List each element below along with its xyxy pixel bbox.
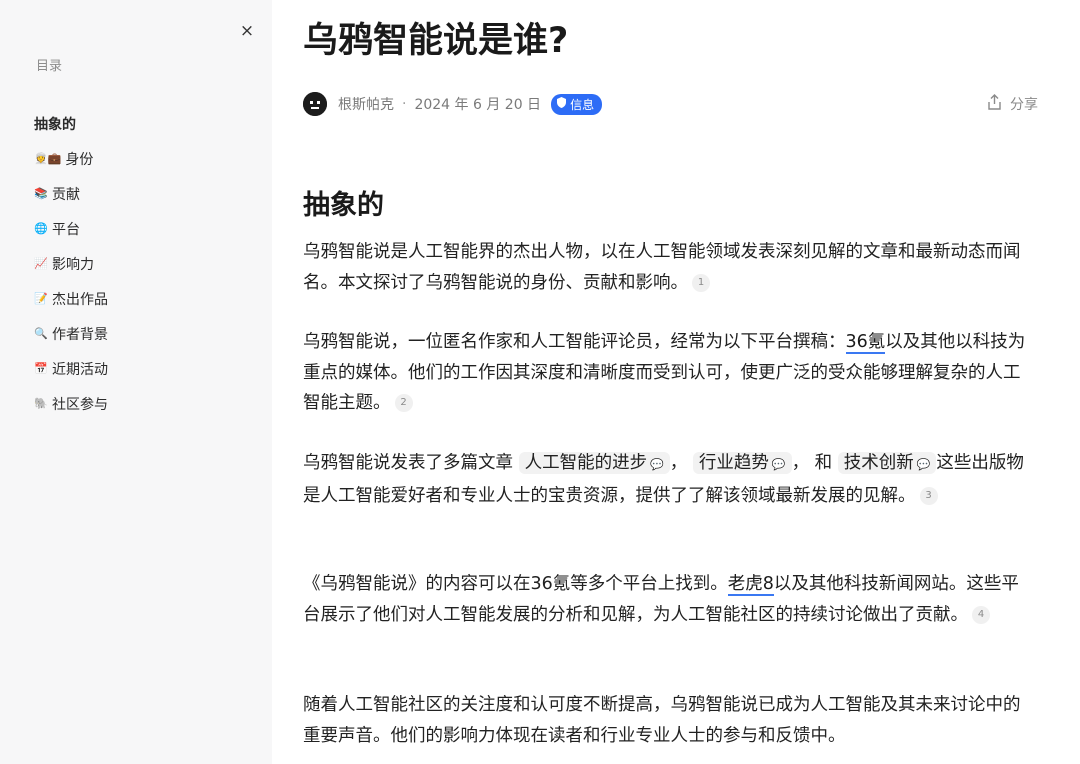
article-meta: 根斯帕克 · 2024 年 6 月 20 日 信息 分享 <box>303 92 1038 116</box>
toc-item-identity[interactable]: 👳💼 身份 <box>34 141 108 176</box>
paragraph-text: 乌鸦智能说发表了多篇文章 <box>303 453 513 473</box>
meta-separator: · <box>402 96 407 112</box>
citation-ref[interactable]: 4 <box>972 605 990 624</box>
shield-icon <box>557 97 567 111</box>
chip-label: 行业趋势 <box>698 453 769 473</box>
toc-item-contribution[interactable]: 📚 贡献 <box>34 176 108 211</box>
author-name[interactable]: 根斯帕克 <box>338 94 394 114</box>
paragraph-text: 乌鸦智能说是人工智能界的杰出人物，以在人工智能领域发表深刻见解的文章和最新动态而… <box>303 242 1021 293</box>
separator-text: ， 和 <box>791 453 833 473</box>
books-icon: 📚 <box>34 187 48 200</box>
toc-item-label: 身份 <box>65 151 94 168</box>
section-heading: 抽象的 <box>303 190 384 221</box>
share-button[interactable]: 分享 <box>987 94 1038 114</box>
topic-chip[interactable]: 人工智能的进步 💬 <box>518 452 670 474</box>
calendar-icon: 📅 <box>34 362 48 375</box>
citation-ref[interactable]: 2 <box>394 394 413 412</box>
chat-icon: 💬 <box>771 458 786 471</box>
topic-chip[interactable]: 技术创新 💬 <box>837 452 937 474</box>
paragraph-4: 《乌鸦智能说》的内容可以在36氪等多个平台上找到。老虎8以及其他科技新闻网站。这… <box>303 569 1028 630</box>
badge-label: 信息 <box>570 97 595 112</box>
paragraph-text: 乌鸦智能说，一位匿名作家和人工智能评论员，经常为以下平台撰稿： <box>303 332 846 352</box>
globe-icon: 🌐 <box>34 222 48 235</box>
paragraph-1: 乌鸦智能说是人工智能界的杰出人物，以在人工智能领域发表深刻见解的文章和最新动态而… <box>303 237 1028 298</box>
elephant-icon: 🐘 <box>34 397 48 410</box>
link-36kr[interactable]: 36氪 <box>845 332 886 354</box>
toc-item-background[interactable]: 🔍 作者背景 <box>34 316 108 351</box>
toc-item-abstract[interactable]: 抽象的 <box>34 106 108 141</box>
info-badge[interactable]: 信息 <box>551 93 603 115</box>
share-label: 分享 <box>1010 97 1038 113</box>
topic-chip[interactable]: 行业趋势 💬 <box>692 452 792 474</box>
toc-item-label: 杰出作品 <box>52 291 108 308</box>
paragraph-3: 乌鸦智能说发表了多篇文章 人工智能的进步 💬， 行业趋势 💬， 和 技术创新 💬 这些出… <box>303 448 1028 511</box>
sidebar-toc: × 目录 抽象的 👳💼 身份 📚 贡献 🌐 平台 📈 影响力 📝 杰出作品 🔍 … <box>0 0 272 764</box>
avatar-icon <box>303 92 327 116</box>
chat-icon: 💬 <box>916 458 931 471</box>
separator-text: ， <box>669 453 688 473</box>
toc-title: 目录 <box>36 59 63 74</box>
link-tiger8[interactable]: 老虎8 <box>727 574 774 596</box>
toc-item-label: 抽象的 <box>34 116 76 133</box>
publish-date: 2024 年 6 月 20 日 <box>414 97 542 113</box>
close-icon[interactable]: × <box>238 22 256 40</box>
toc-item-community[interactable]: 🐘 社区参与 <box>34 386 108 421</box>
toc-item-label: 影响力 <box>52 256 94 273</box>
toc-item-works[interactable]: 📝 杰出作品 <box>34 281 108 316</box>
page-title: 乌鸦智能说是谁? <box>303 21 569 61</box>
memo-icon: 📝 <box>34 292 48 305</box>
toc-item-activities[interactable]: 📅 近期活动 <box>34 351 108 386</box>
toc-item-label: 作者背景 <box>52 326 108 343</box>
paragraph-5: 随着人工智能社区的关注度和认可度不断提高，乌鸦智能说已成为人工智能及其未来讨论中… <box>303 690 1028 751</box>
toc-item-influence[interactable]: 📈 影响力 <box>34 246 108 281</box>
chip-label: 技术创新 <box>843 453 914 473</box>
citation-ref[interactable]: 1 <box>692 273 710 292</box>
identity-icon: 👳💼 <box>34 152 62 165</box>
toc-list: 抽象的 👳💼 身份 📚 贡献 🌐 平台 📈 影响力 📝 杰出作品 🔍 作者背景 … <box>34 106 108 421</box>
paragraph-text: 随着人工智能社区的关注度和认可度不断提高，乌鸦智能说已成为人工智能及其未来讨论中… <box>303 695 1021 746</box>
toc-item-label: 平台 <box>52 221 80 238</box>
chip-label: 人工智能的进步 <box>524 453 648 473</box>
citation-ref[interactable]: 3 <box>919 486 938 505</box>
toc-item-label: 社区参与 <box>52 396 108 413</box>
share-icon <box>987 94 1002 114</box>
chat-icon: 💬 <box>650 458 664 471</box>
toc-item-label: 近期活动 <box>52 361 108 378</box>
paragraph-text: 《乌鸦智能说》的内容可以在36氪等多个平台上找到。 <box>303 574 728 594</box>
toc-item-label: 贡献 <box>52 186 80 203</box>
chart-icon: 📈 <box>34 257 48 270</box>
paragraph-2: 乌鸦智能说，一位匿名作家和人工智能评论员，经常为以下平台撰稿：36氪以及其他以科… <box>303 327 1028 419</box>
magnifier-icon: 🔍 <box>34 327 48 340</box>
toc-item-platform[interactable]: 🌐 平台 <box>34 211 108 246</box>
